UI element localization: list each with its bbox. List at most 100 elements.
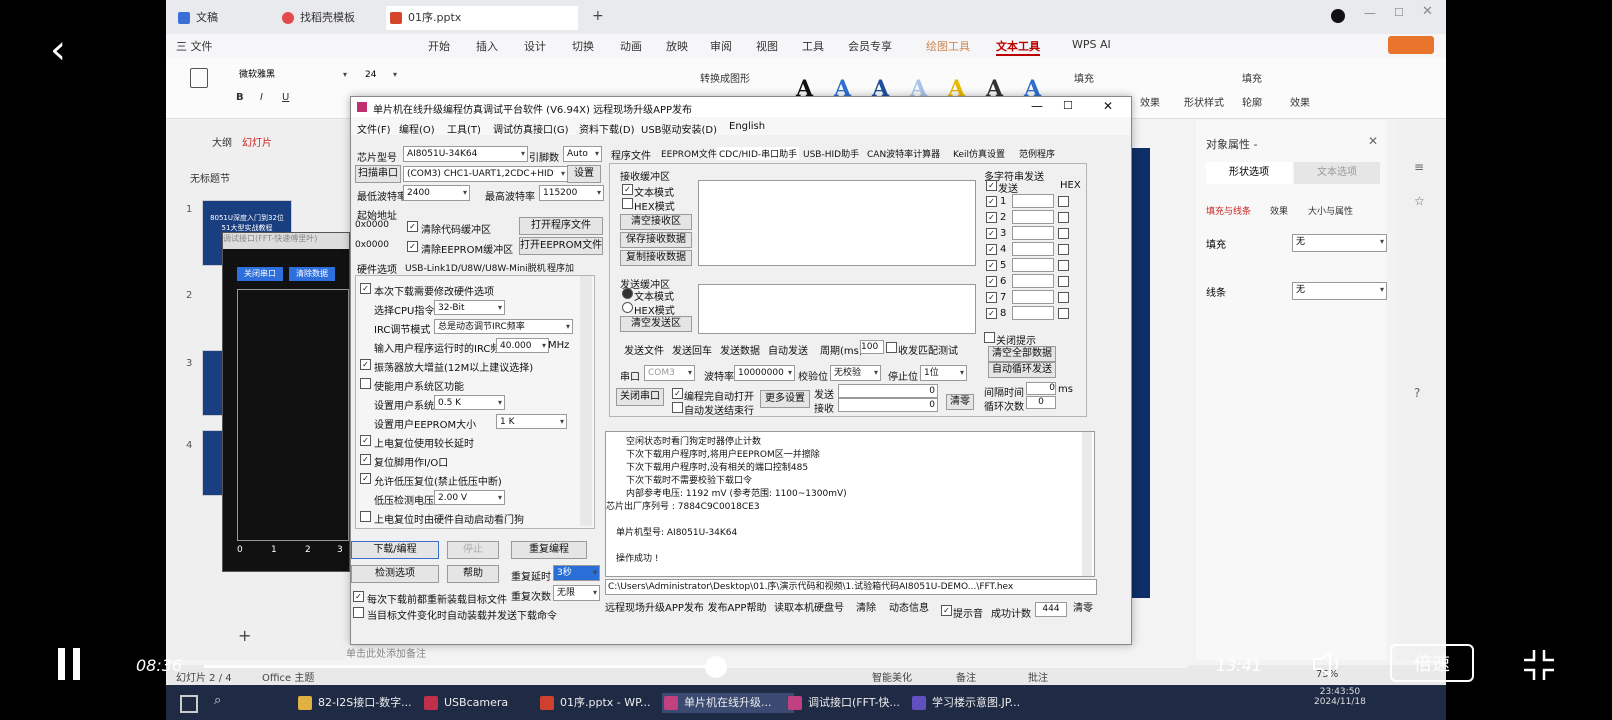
clear-log-button[interactable]: 清除 [851,601,881,617]
dmenu-usb[interactable]: USB驱动安装(D) [641,121,717,136]
interval-input[interactable]: 0 [1026,382,1056,395]
seek-bar[interactable] [204,656,1188,678]
hw-option-checkbox[interactable]: ✓ [360,435,371,446]
max-baud-select[interactable]: 115200 [539,185,604,201]
menu-slideshow[interactable]: 放映 [666,38,688,54]
menu-draw-tools[interactable]: 绘图工具 [926,38,970,54]
tab-can-calc[interactable]: CAN波特率计算器 [867,147,940,160]
clear-send-button[interactable]: 清空发送区 [620,316,692,332]
multi-send-hex-checkbox[interactable] [1058,308,1069,319]
tab-usb-hid[interactable]: USB-HID助手 [803,147,859,160]
multi-send-input[interactable] [1012,242,1054,256]
menu-tools[interactable]: 工具 [802,38,824,54]
min-baud-select[interactable]: 2400 [403,185,470,201]
tab-program-add[interactable]: 程序加 [547,261,574,274]
open-eeprom-button[interactable]: 打开EEPROM文件 [519,237,603,255]
menu-animation[interactable]: 动画 [620,38,642,54]
hw-option-select[interactable]: 2.00 V [434,490,505,505]
hw-option-select[interactable]: 1 K [496,414,567,429]
menu-member[interactable]: 会员专享 [848,38,892,54]
tab-eeprom-file[interactable]: EEPROM文件 [661,147,717,160]
stop-button[interactable]: 停止 [447,541,499,559]
clear-count-button[interactable]: 清零 [946,394,974,410]
auto-loop-button[interactable]: 自动循环发送 [988,362,1056,378]
send-file-button[interactable]: 发送文件 [624,342,664,357]
beautify-button[interactable]: 智能美化 [872,669,912,684]
download-button[interactable]: 下载/编程 [351,541,439,559]
dialog-maximize-icon[interactable]: ☐ [1063,99,1073,112]
publish-help-button[interactable]: 发布APP帮助 [707,601,767,617]
hw-scrollbar[interactable] [580,276,592,526]
multi-send-hex-checkbox[interactable] [1058,196,1069,207]
tab-text-options[interactable]: 文本选项 [1294,162,1380,184]
match-test-checkbox[interactable] [886,342,897,353]
sub-size[interactable]: 大小与属性 [1308,204,1353,217]
multi-send-input[interactable] [1012,306,1054,320]
font-select[interactable]: 微软雅黑 [236,68,349,82]
port-select-right[interactable]: COM3 [644,365,695,381]
hw-option-checkbox[interactable]: ✓ [360,283,371,294]
more-settings-button[interactable]: 更多设置 [760,390,810,408]
repeat-program-button[interactable]: 重复编程 [511,541,587,559]
addr-eeprom-input[interactable]: 0x0000 [355,239,401,252]
taskbar-item[interactable]: 82-I2S接口-数字... [296,693,428,713]
star-icon[interactable]: ☆ [1414,194,1425,208]
menu-design[interactable]: 设计 [524,38,546,54]
seek-handle[interactable] [704,656,727,678]
hw-option-checkbox[interactable]: ✓ [360,454,371,465]
taskbar-item[interactable]: 调试接口(FFT-快... [786,693,918,713]
effect-button[interactable]: 效果 [1140,94,1160,109]
autoload-checkbox[interactable] [353,607,364,618]
multi-send-input[interactable] [1012,258,1054,272]
notes-hint[interactable]: 单击此处添加备注 [346,645,426,660]
scan-port-button[interactable]: 扫描串口 [355,165,401,183]
tab-pptx[interactable]: 01序.pptx [386,6,578,30]
hw-option-checkbox[interactable]: ✓ [360,359,371,370]
search-icon[interactable]: ⌕ [214,693,221,708]
back-arrow-icon[interactable]: ‹ [50,30,66,70]
multi-send-hex-checkbox[interactable] [1058,260,1069,271]
fft-clear-button[interactable]: 清除数据 [289,267,335,281]
taskbar-item[interactable]: USBcamera [422,693,544,713]
hw-option-select[interactable]: 40.000 [496,338,549,353]
send-text-radio[interactable] [622,288,633,299]
dialog-minimize-icon[interactable]: — [1031,99,1043,113]
minimize-icon[interactable]: — [1364,6,1376,20]
tab-shape-options[interactable]: 形状选项 [1206,162,1292,184]
help-button[interactable]: 帮助 [447,565,499,583]
menu-text-tools[interactable]: 文本工具 [996,38,1040,56]
multi-send-hex-checkbox[interactable] [1058,212,1069,223]
settings-button[interactable]: 设置 [567,165,601,183]
hw-option-select[interactable]: 32-Bit [434,300,505,315]
shape-style-button[interactable]: 形状样式 [1184,94,1224,109]
dynamic-info-button[interactable]: 动态信息 [885,601,933,617]
clear-recv-button[interactable]: 清空接收区 [620,214,692,230]
hw-option-checkbox[interactable]: ✓ [360,473,371,484]
count-select[interactable]: 无限 [553,585,600,601]
underline-button[interactable]: U [282,92,289,103]
tab-usb-link[interactable]: USB-Link1D/U8W/U8W-Mini脱机 [405,261,546,274]
log-scrollbar[interactable] [1082,432,1092,576]
multi-send-checkbox[interactable]: ✓ [986,308,997,319]
multi-send-all-checkbox[interactable]: ✓ [986,180,997,191]
maximize-icon[interactable]: ☐ [1394,6,1404,19]
hw-option-checkbox[interactable] [360,511,371,522]
clear-eeprom-checkbox[interactable]: ✓ [407,241,418,252]
auto-send-line-checkbox[interactable] [672,402,683,413]
italic-button[interactable]: I [260,92,263,103]
recv-text-checkbox[interactable]: ✓ [622,184,633,195]
pins-select[interactable]: Auto [563,146,602,162]
check-options-button[interactable]: 检测选项 [351,565,439,583]
dmenu-english[interactable]: English [729,121,765,132]
send-enter-button[interactable]: 发送回车 [672,342,712,357]
pause-icon[interactable] [56,648,82,680]
multi-send-input[interactable] [1012,226,1054,240]
tab-template[interactable]: 找稻壳模板 [278,6,400,30]
speed-button[interactable]: 倍速 [1390,644,1474,682]
multi-send-hex-checkbox[interactable] [1058,276,1069,287]
recv-buffer[interactable] [698,180,976,266]
avatar[interactable] [1331,9,1345,23]
slide-canvas[interactable] [1130,148,1150,598]
menu-view[interactable]: 视图 [756,38,778,54]
multi-send-checkbox[interactable]: ✓ [986,244,997,255]
